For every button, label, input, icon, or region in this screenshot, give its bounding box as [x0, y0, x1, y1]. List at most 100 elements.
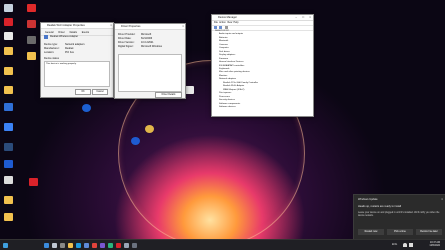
store-icon[interactable] [84, 243, 89, 248]
device-name: Realtek Wireless Adapter [50, 35, 79, 38]
edge-icon[interactable] [76, 243, 81, 248]
search-icon[interactable] [52, 243, 57, 248]
app-icon-shield[interactable] [4, 123, 13, 131]
clock[interactable]: 10:47 AM 12/5/2022 [416, 241, 440, 247]
tab-details[interactable]: Details [68, 31, 79, 34]
desktop-background: Realtek Wi-Fi Adapter Properties × Gener… [0, 0, 445, 250]
app-icon-yellow[interactable] [145, 125, 154, 133]
driver-date-label: Driver Date: [118, 37, 132, 40]
back-icon[interactable] [214, 26, 217, 29]
file-icon[interactable] [185, 86, 194, 94]
app-icon[interactable] [116, 243, 121, 248]
folder-icon[interactable] [27, 52, 36, 60]
folder-icon[interactable] [4, 47, 13, 55]
notification-body: Leave your device on and plugged in unti… [358, 212, 440, 217]
app-icon-blue[interactable] [131, 137, 140, 145]
file-explorer-icon[interactable] [68, 243, 73, 248]
driver-provider-value: Microsoft [141, 33, 152, 36]
volume-icon[interactable] [409, 243, 413, 247]
driver-dialog: Driver Properties × Driver Provider: Mic… [114, 23, 186, 99]
folder-icon[interactable] [4, 196, 13, 204]
maximize-icon[interactable]: □ [302, 15, 304, 20]
app-icon-red[interactable] [4, 18, 13, 26]
pick-a-time-button[interactable]: Pick a time [387, 229, 413, 235]
device-icon [44, 35, 48, 39]
app-icon-shortcut[interactable] [27, 20, 36, 28]
ok-button[interactable]: OK [75, 89, 91, 95]
language-indicator[interactable]: ENG [392, 243, 397, 246]
properties-title: Realtek Wi-Fi Adapter Properties [47, 24, 85, 27]
close-icon[interactable]: × [182, 24, 184, 29]
notification-app: Windows Update [358, 198, 378, 201]
notification-heading: Heads up, restarts are ready to install [358, 205, 402, 208]
restart-now-button[interactable]: Restart now [358, 229, 384, 235]
manufacturer-label: Manufacturer: [44, 47, 60, 50]
driver-version-label: Driver Version: [118, 41, 135, 44]
driver-detail-box [118, 54, 182, 92]
minimize-icon[interactable]: – [295, 15, 297, 20]
device-manager-title: Device Manager [218, 16, 237, 19]
app-icon[interactable] [108, 243, 113, 248]
driver-provider-label: Driver Provider: [118, 33, 136, 36]
tree-item[interactable]: Software devices [215, 106, 258, 109]
device-type-value: Network adapters [65, 43, 85, 46]
digital-signer-label: Digital Signer: [118, 45, 134, 48]
taskbar: ENG 10:47 AM 12/5/2022 [0, 239, 445, 250]
remind-later-button[interactable]: Remind me later [416, 229, 442, 235]
app-icon-blue[interactable] [4, 103, 13, 111]
update-notification: Windows Update × Heads up, restarts are … [353, 194, 445, 240]
device-type-label: Device type: [44, 43, 58, 46]
recycle-bin-icon[interactable] [4, 4, 13, 12]
folder-icon[interactable] [4, 67, 13, 75]
menu-help[interactable]: Help [234, 21, 239, 24]
properties-icon[interactable] [224, 26, 228, 29]
forward-icon[interactable] [218, 26, 222, 29]
status-label: Device status [44, 57, 60, 60]
app-icon-blue[interactable] [4, 160, 13, 168]
app-icon-red[interactable] [27, 4, 36, 12]
tab-driver[interactable]: Driver [56, 31, 66, 34]
start-icon[interactable] [44, 243, 49, 248]
app-icon-steam[interactable] [4, 143, 13, 151]
driver-title: Driver Properties [121, 25, 141, 28]
app-icon[interactable] [100, 243, 105, 248]
wifi-icon[interactable] [403, 243, 407, 247]
app-icon[interactable] [27, 36, 36, 44]
status-text: This device is working properly. [46, 63, 77, 65]
menu-view[interactable]: View [227, 21, 232, 24]
file-icon[interactable] [4, 176, 13, 184]
cancel-button[interactable]: Cancel [92, 89, 108, 95]
properties-dialog: Realtek Wi-Fi Adapter Properties × Gener… [40, 22, 114, 98]
app-icon-blue[interactable] [82, 104, 91, 112]
app-icon-red[interactable] [29, 178, 38, 186]
device-manager-taskbar-icon[interactable] [124, 243, 129, 248]
driver-titlebar[interactable]: Driver Properties × [115, 24, 185, 30]
digital-signer-value: Microsoft Windows [141, 45, 162, 48]
menu-action[interactable]: Action [219, 21, 226, 24]
widgets-icon[interactable] [3, 243, 8, 248]
task-view-icon[interactable] [60, 243, 65, 248]
folder-icon[interactable] [4, 86, 13, 94]
driver-date-value: 6/21/2006 [141, 37, 153, 40]
menu-file[interactable]: File [214, 21, 218, 24]
device-tree: DESKTOP-PC Audio inputs and outputs Batt… [215, 30, 258, 109]
properties-titlebar[interactable]: Realtek Wi-Fi Adapter Properties × [41, 23, 113, 29]
tab-events[interactable]: Events [80, 31, 91, 34]
location-label: Location: [44, 51, 55, 54]
close-icon[interactable]: × [441, 197, 443, 201]
tab-general[interactable]: General [43, 31, 56, 34]
folder-icon[interactable] [4, 213, 13, 221]
device-manager-titlebar[interactable]: Device Manager – □ × [212, 15, 313, 21]
driver-version-value: 10.0.22621 [141, 41, 154, 44]
clock-date: 12/5/2022 [429, 244, 440, 247]
close-icon[interactable]: × [309, 15, 311, 20]
app-icon[interactable] [4, 32, 13, 40]
settings-icon[interactable] [132, 243, 137, 248]
manufacturer-value: Realtek [65, 47, 74, 50]
close-icon[interactable]: × [110, 23, 112, 28]
device-manager-window: Device Manager – □ × File Action View He… [211, 14, 314, 117]
chrome-icon[interactable] [92, 243, 97, 248]
status-box: This device is working properly. [44, 61, 110, 87]
driver-details-button[interactable]: Driver Details [155, 92, 182, 98]
location-value: PCI bus [65, 51, 74, 54]
